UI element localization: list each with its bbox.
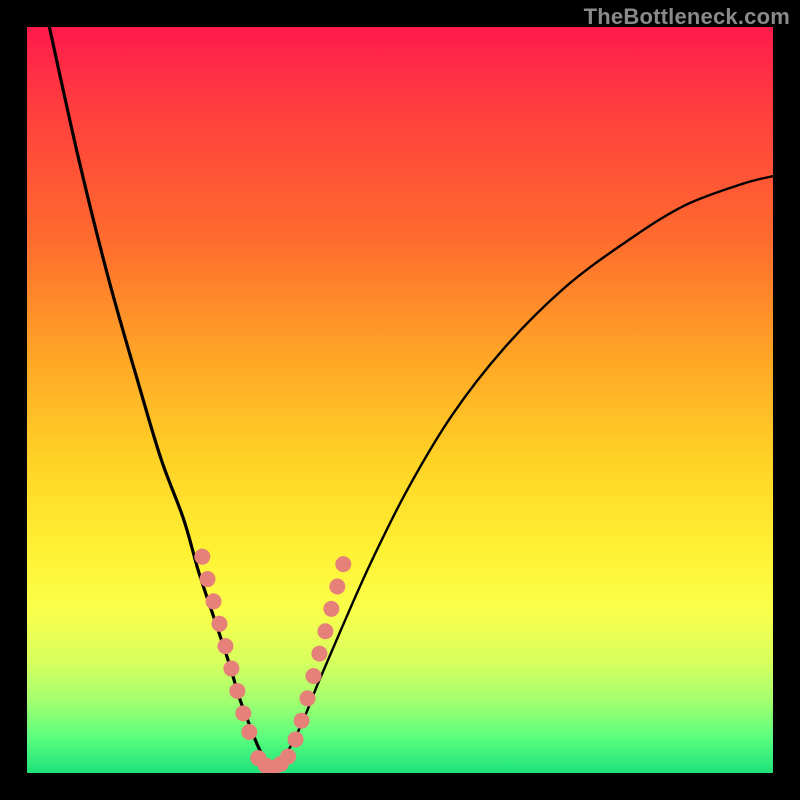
data-dot [200, 571, 216, 587]
data-dot [300, 690, 316, 706]
data-dot [194, 549, 210, 565]
curve-right-branch [273, 176, 773, 769]
data-dot [229, 683, 245, 699]
chart-frame: TheBottleneck.com [0, 0, 800, 800]
data-dot [317, 623, 333, 639]
data-dot [206, 593, 222, 609]
data-dot [311, 646, 327, 662]
data-dot [335, 556, 351, 572]
data-dot [323, 601, 339, 617]
data-dot [288, 731, 304, 747]
data-dot [211, 616, 227, 632]
data-dot [241, 724, 257, 740]
data-dot [223, 661, 239, 677]
curve-left-branch [49, 27, 273, 769]
data-dot [280, 749, 296, 765]
data-dot [235, 705, 251, 721]
data-dot [329, 579, 345, 595]
data-dot [294, 713, 310, 729]
data-dot [305, 668, 321, 684]
watermark-text: TheBottleneck.com [584, 4, 790, 30]
curve-layer [49, 27, 773, 769]
chart-svg [27, 27, 773, 773]
data-dot [217, 638, 233, 654]
